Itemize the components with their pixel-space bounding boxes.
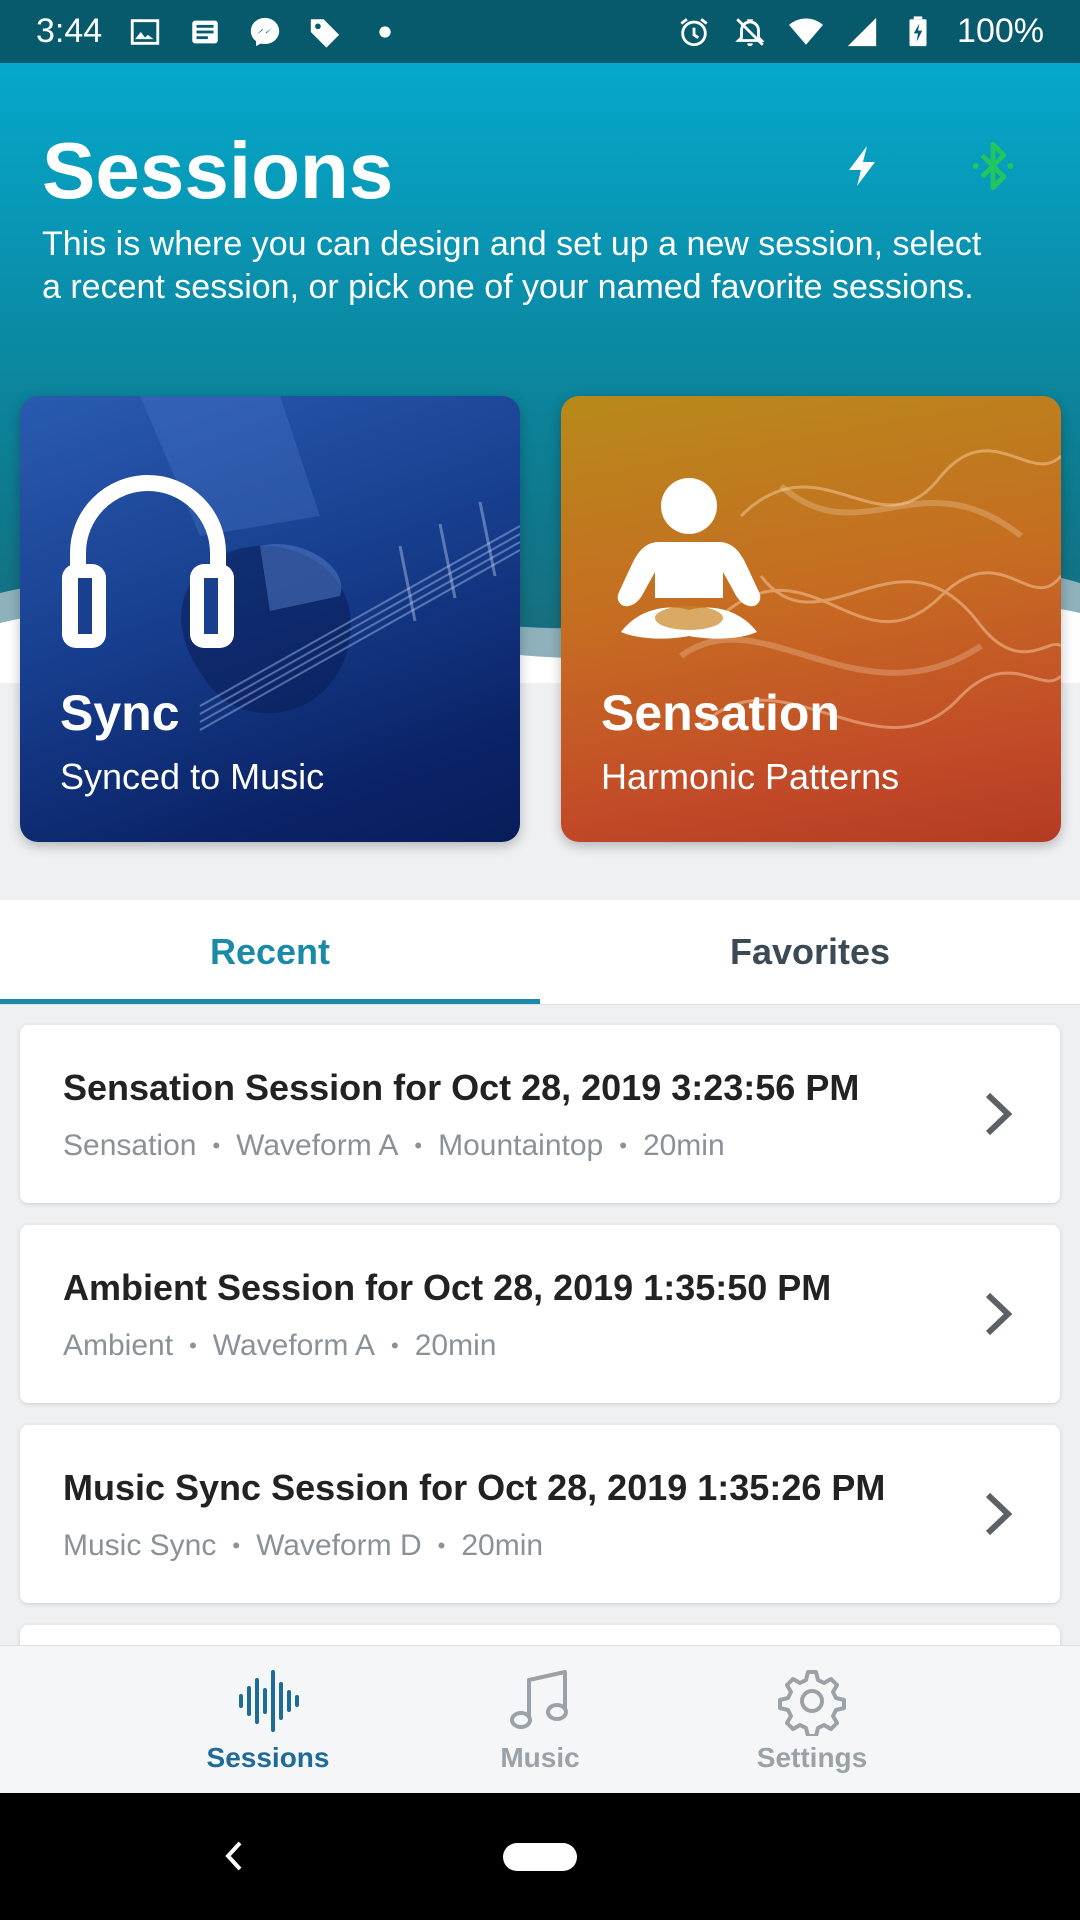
- page-title: Sessions: [42, 126, 394, 215]
- meta-separator: •: [232, 1533, 241, 1558]
- music-note-icon: [510, 1670, 568, 1729]
- gear-icon: [778, 1670, 846, 1736]
- meta-separator: •: [437, 1533, 446, 1558]
- meta-waveform: Waveform A: [212, 1329, 376, 1362]
- meta-separator: •: [212, 1133, 221, 1158]
- image-icon: [128, 15, 162, 49]
- bottom-nav: Sessions Music Settings: [0, 1645, 1080, 1793]
- sensation-card[interactable]: Sensation Harmonic Patterns: [561, 396, 1061, 842]
- session-title: Ambient Session for Oct 28, 2019 1:35:50…: [63, 1267, 832, 1308]
- meta-waveform: Waveform D: [256, 1529, 422, 1562]
- chevron-right-icon: [985, 1092, 1013, 1136]
- alarm-icon: [677, 15, 711, 49]
- battery-charging-icon: [901, 15, 935, 49]
- meta-type: Ambient: [63, 1329, 174, 1362]
- headphones-icon: [62, 475, 234, 648]
- session-list: Sensation Session for Oct 28, 2019 3:23:…: [0, 1005, 1080, 1645]
- meta-duration: 20min: [642, 1129, 725, 1162]
- meta-duration: 20min: [414, 1329, 497, 1362]
- tab-favorites[interactable]: Favorites: [540, 900, 1080, 1004]
- nav-label: Music: [500, 1742, 580, 1773]
- home-pill[interactable]: [503, 1843, 577, 1871]
- nav-settings[interactable]: Settings: [676, 1646, 948, 1793]
- signal-icon: [845, 15, 879, 49]
- messenger-icon: [248, 15, 282, 49]
- meta-waveform: Waveform A: [236, 1129, 399, 1162]
- nav-label: Settings: [756, 1742, 868, 1773]
- waveform-icon: [239, 1670, 299, 1732]
- chevron-right-icon: [985, 1492, 1013, 1536]
- back-icon[interactable]: [216, 1829, 250, 1883]
- card-title: Sensation: [601, 685, 840, 741]
- page-description: This is where you can design and set up …: [42, 225, 982, 306]
- bell-off-icon: [733, 15, 767, 49]
- meta-duration: 20min: [461, 1529, 544, 1562]
- status-bar: 3:44 100%: [0, 0, 1080, 63]
- nav-music[interactable]: Music: [404, 1646, 676, 1793]
- meta-scene: Mountaintop: [438, 1129, 604, 1162]
- news-icon: [188, 15, 222, 49]
- nav-sessions[interactable]: Sessions: [132, 1646, 404, 1793]
- session-title: Sensation Session for Oct 28, 2019 3:23:…: [63, 1067, 860, 1108]
- card-title: Sync: [60, 685, 180, 741]
- nav-label: Sessions: [206, 1742, 330, 1773]
- dot-icon: [368, 15, 402, 49]
- session-item[interactable]: Music Sync Session for Oct 28, 2019 1:35…: [20, 1425, 1060, 1603]
- session-meta: Sensation • Waveform A • Mountaintop • 2…: [63, 1129, 725, 1163]
- session-tabs: Recent Favorites: [0, 900, 1080, 1005]
- meta-type: Sensation: [63, 1129, 197, 1162]
- card-subtitle: Harmonic Patterns: [601, 756, 900, 797]
- chevron-right-icon: [985, 1292, 1013, 1336]
- session-title: Music Sync Session for Oct 28, 2019 1:35…: [63, 1467, 886, 1508]
- session-item[interactable]: Ambient Session for Oct 28, 2019 1:35:50…: [20, 1225, 1060, 1403]
- tag-icon: [308, 15, 342, 49]
- meta-type: Music Sync: [63, 1529, 217, 1562]
- bluetooth-icon[interactable]: [958, 131, 1028, 201]
- meditation-icon: [617, 478, 761, 639]
- session-item-partial[interactable]: [20, 1625, 1060, 1645]
- meta-separator: •: [619, 1133, 627, 1158]
- battery-percent: 100%: [957, 12, 1044, 50]
- tab-recent[interactable]: Recent: [0, 900, 540, 1004]
- meta-separator: •: [391, 1333, 399, 1358]
- session-item[interactable]: Sensation Session for Oct 28, 2019 3:23:…: [20, 1025, 1060, 1203]
- flash-icon[interactable]: [828, 131, 898, 201]
- status-time: 3:44: [36, 12, 103, 50]
- card-subtitle: Synced to Music: [60, 756, 325, 797]
- meta-separator: •: [189, 1333, 197, 1358]
- system-nav-bar: [0, 1793, 1080, 1920]
- wifi-icon: [789, 15, 824, 49]
- session-meta: Ambient • Waveform A • 20min: [63, 1329, 496, 1363]
- sync-card[interactable]: Sync Synced to Music: [20, 396, 520, 842]
- meta-separator: •: [414, 1133, 423, 1158]
- session-meta: Music Sync • Waveform D • 20min: [63, 1529, 543, 1563]
